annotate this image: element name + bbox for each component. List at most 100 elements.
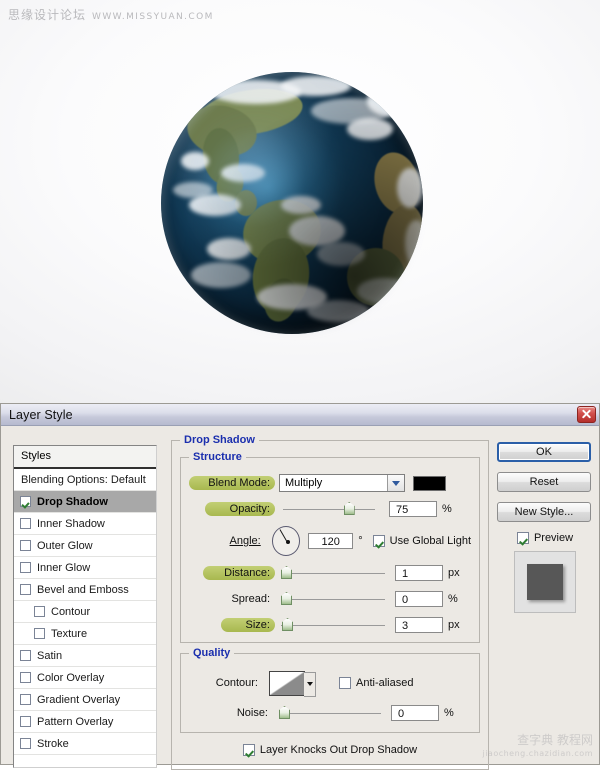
contour-preset-swatch[interactable]: [269, 670, 316, 697]
spread-row: Spread: 0 %: [189, 588, 471, 610]
preview-sample-shape: [527, 564, 563, 600]
checkbox-gradient-overlay[interactable]: [20, 694, 31, 705]
styles-item-label: Stroke: [37, 737, 69, 750]
opacity-row: Opacity: 75 %: [189, 498, 471, 520]
earth-globe-image: [161, 72, 429, 340]
drop-shadow-group: Drop Shadow Structure Blend Mode: Multip…: [171, 434, 489, 770]
contour-dropdown-icon[interactable]: [304, 671, 316, 697]
chevron-down-icon[interactable]: [387, 475, 404, 491]
styles-item-bevel-and-emboss[interactable]: Bevel and Emboss: [14, 579, 156, 601]
shadow-color-swatch[interactable]: [413, 475, 446, 491]
noise-input[interactable]: 0: [391, 705, 439, 721]
styles-item-contour[interactable]: Contour: [14, 601, 156, 623]
size-unit: px: [448, 619, 460, 631]
opacity-slider[interactable]: [283, 501, 375, 517]
quality-group: Quality Contour: Anti-aliased Noise: 0 %: [180, 647, 480, 733]
size-input[interactable]: 3: [395, 617, 443, 633]
styles-list-panel: Styles Blending Options: Default Drop Sh…: [13, 445, 157, 768]
angle-dial[interactable]: [271, 526, 301, 556]
quality-title: Quality: [189, 647, 235, 659]
checkbox-pattern-overlay[interactable]: [20, 716, 31, 727]
opacity-unit: %: [442, 503, 452, 515]
styles-item-label: Pattern Overlay: [37, 715, 114, 728]
watermark-bottom-url: jiaocheng.chazidian.com: [482, 749, 593, 758]
angle-label: Angle:: [229, 535, 261, 547]
noise-slider[interactable]: [279, 705, 381, 721]
spread-slider[interactable]: [281, 591, 385, 607]
watermark-bottom: 查字典 教程网 jiaocheng.chazidian.com: [482, 734, 593, 760]
opacity-input[interactable]: 75: [389, 501, 437, 517]
noise-row: Noise: 0 %: [189, 702, 471, 724]
checkbox-stroke[interactable]: [20, 738, 31, 749]
blend-mode-label: Blend Mode:: [189, 476, 275, 490]
knockout-label: Layer Knocks Out Drop Shadow: [259, 744, 418, 756]
checkbox-bevel-and-emboss[interactable]: [20, 584, 31, 595]
styles-item-label: Gradient Overlay: [37, 693, 121, 706]
checkbox-drop-shadow[interactable]: [20, 496, 31, 507]
knockout-row: Layer Knocks Out Drop Shadow: [180, 739, 480, 761]
styles-item-drop-shadow[interactable]: Drop Shadow: [14, 491, 156, 513]
distance-input[interactable]: 1: [395, 565, 443, 581]
anti-aliased-label: Anti-aliased: [356, 677, 414, 689]
checkbox-texture[interactable]: [34, 628, 45, 639]
globe-rim-light: [161, 72, 423, 334]
globe-sphere: [161, 72, 423, 334]
styles-item-stroke[interactable]: Stroke: [14, 733, 156, 755]
checkbox-inner-shadow[interactable]: [20, 518, 31, 529]
noise-label: Noise:: [236, 707, 268, 719]
styles-item-inner-shadow[interactable]: Inner Shadow: [14, 513, 156, 535]
spread-input[interactable]: 0: [395, 591, 443, 607]
styles-item-satin[interactable]: Satin: [14, 645, 156, 667]
styles-item-texture[interactable]: Texture: [14, 623, 156, 645]
spread-unit: %: [448, 593, 458, 605]
checkbox-layer-knocks-out-drop-shadow[interactable]: [242, 744, 255, 756]
checkbox-satin[interactable]: [20, 650, 31, 661]
watermark-top-url: WWW.MISSYUAN.COM: [92, 12, 214, 22]
styles-item-gradient-overlay[interactable]: Gradient Overlay: [14, 689, 156, 711]
watermark-bottom-text: 查字典 教程网: [517, 733, 593, 747]
checkbox-anti-aliased[interactable]: [339, 677, 351, 689]
size-slider[interactable]: [281, 617, 385, 633]
contour-label: Contour:: [215, 677, 258, 689]
opacity-label: Opacity:: [205, 502, 275, 516]
angle-unit: °: [358, 535, 363, 547]
checkbox-preview[interactable]: [516, 532, 529, 544]
styles-item-label: Contour: [51, 605, 91, 618]
styles-item-label: Satin: [37, 649, 63, 662]
use-global-light-label: Use Global Light: [389, 535, 471, 547]
size-row: Size: 3 px: [189, 614, 471, 636]
checkbox-use-global-light[interactable]: [372, 535, 385, 547]
checkbox-contour[interactable]: [34, 606, 45, 617]
styles-item-label: Color Overlay: [37, 671, 105, 684]
angle-input[interactable]: 120: [308, 533, 354, 549]
styles-item-outer-glow[interactable]: Outer Glow: [14, 535, 156, 557]
close-icon[interactable]: [577, 406, 596, 423]
distance-slider[interactable]: [281, 565, 385, 581]
new-style-button[interactable]: New Style...: [497, 502, 591, 522]
angle-row: Angle: 120 ° Use Global Light: [189, 524, 471, 558]
styles-item-label: Drop Shadow: [37, 495, 108, 508]
structure-title: Structure: [189, 451, 246, 463]
blend-mode-select[interactable]: Multiply: [279, 474, 405, 492]
watermark-top: 思缘设计论坛 WWW.MISSYUAN.COM: [8, 6, 214, 23]
styles-item-blending-options[interactable]: Blending Options: Default: [14, 469, 156, 491]
checkbox-inner-glow[interactable]: [20, 562, 31, 573]
checkbox-color-overlay[interactable]: [20, 672, 31, 683]
styles-item-color-overlay[interactable]: Color Overlay: [14, 667, 156, 689]
dialog-titlebar[interactable]: Layer Style: [1, 404, 599, 426]
blend-mode-value: Multiply: [285, 477, 323, 489]
spread-label: Spread:: [231, 593, 270, 605]
dialog-actions: OK Reset New Style... Preview: [497, 442, 593, 613]
styles-item-pattern-overlay[interactable]: Pattern Overlay: [14, 711, 156, 733]
reset-button[interactable]: Reset: [497, 472, 591, 492]
styles-item-label: Inner Shadow: [37, 517, 105, 530]
preview-toggle-row: Preview: [497, 532, 593, 544]
dialog-body: Styles Blending Options: Default Drop Sh…: [1, 426, 599, 770]
distance-row: Distance: 1 px: [189, 562, 471, 584]
styles-item-label: Blending Options: Default: [21, 473, 146, 486]
structure-group: Structure Blend Mode: Multiply Opacity:: [180, 451, 480, 643]
ok-button[interactable]: OK: [497, 442, 591, 462]
noise-unit: %: [444, 707, 454, 719]
styles-item-inner-glow[interactable]: Inner Glow: [14, 557, 156, 579]
checkbox-outer-glow[interactable]: [20, 540, 31, 551]
